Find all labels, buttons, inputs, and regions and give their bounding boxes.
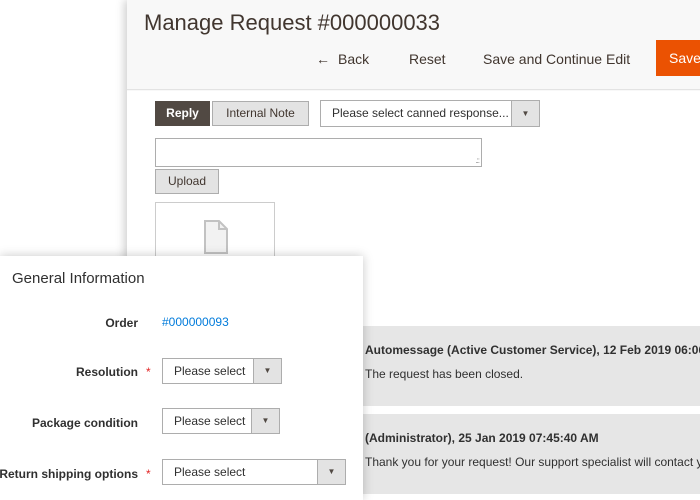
message-header: Automessage (Active Customer Service), 1… xyxy=(365,343,700,357)
message-item: Automessage (Active Customer Service), 1… xyxy=(357,326,700,406)
return-shipping-value: Please select xyxy=(174,465,246,479)
resolution-label: Resolution xyxy=(76,365,138,379)
arrow-left-icon: ← xyxy=(316,51,330,67)
resolution-value: Please select xyxy=(174,364,246,378)
return-shipping-select[interactable]: Please select ▼ xyxy=(162,459,346,485)
chevron-down-icon: ▼ xyxy=(253,359,281,383)
required-mark: * xyxy=(146,365,151,379)
package-condition-label: Package condition xyxy=(31,416,138,430)
reset-button[interactable]: Reset xyxy=(409,44,446,74)
order-link[interactable]: #000000093 xyxy=(162,315,229,329)
package-condition-select[interactable]: Please select ▼ xyxy=(162,408,280,434)
canned-response-value: Please select canned response... xyxy=(332,106,509,120)
return-shipping-label: Return shipping options xyxy=(0,467,138,481)
chevron-down-icon: ▼ xyxy=(251,409,279,433)
back-button-label: Back xyxy=(338,51,370,67)
save-button[interactable]: Save xyxy=(656,40,700,76)
chevron-down-icon: ▼ xyxy=(317,460,345,484)
chevron-down-icon: ▼ xyxy=(511,101,539,126)
canned-response-select[interactable]: Please select canned response... ▼ xyxy=(320,100,540,127)
message-item: (Administrator), 25 Jan 2019 07:45:40 AM… xyxy=(357,414,700,494)
required-mark: * xyxy=(146,467,151,481)
general-information-panel: General Information Order #000000093 Res… xyxy=(0,256,363,500)
tab-internal-note[interactable]: Internal Note xyxy=(212,101,309,126)
tab-reply[interactable]: Reply xyxy=(155,101,210,126)
message-header: (Administrator), 25 Jan 2019 07:45:40 AM xyxy=(365,431,599,445)
resize-grip-icon[interactable]: .:: xyxy=(475,157,480,165)
page-title: Manage Request #000000033 xyxy=(144,10,441,35)
save-and-continue-button[interactable]: Save and Continue Edit xyxy=(483,44,630,74)
resolution-select[interactable]: Please select ▼ xyxy=(162,358,282,384)
message-body: Thank you for your request! Our support … xyxy=(365,455,700,469)
page-header: Manage Request #000000033 ← Back Reset Sa… xyxy=(127,0,700,90)
back-button[interactable]: ← Back xyxy=(316,44,369,74)
general-information-title: General Information xyxy=(12,270,145,287)
upload-button[interactable]: Upload xyxy=(155,169,219,194)
message-body: The request has been closed. xyxy=(365,367,524,381)
reply-textarea[interactable]: .:: xyxy=(155,138,482,167)
order-label: Order xyxy=(105,316,138,330)
file-icon xyxy=(204,220,228,254)
package-condition-value: Please select xyxy=(174,414,246,428)
